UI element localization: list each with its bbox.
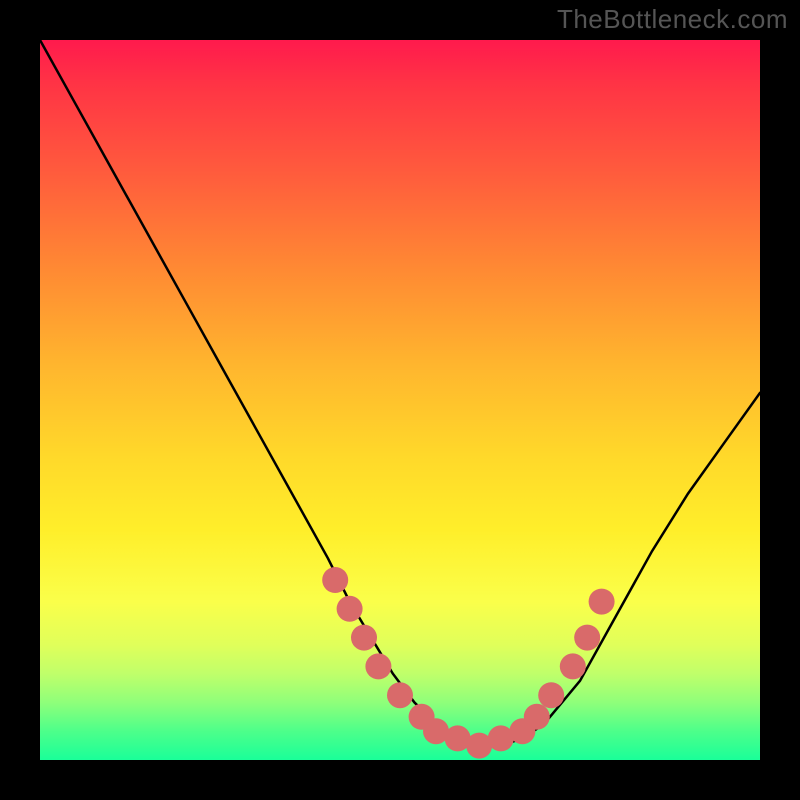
marker-dot [560,653,586,679]
curve-markers [322,567,614,759]
bottleneck-curve [40,40,760,746]
marker-dot [365,653,391,679]
marker-dot [574,625,600,651]
watermark: TheBottleneck.com [557,4,788,35]
marker-dot [322,567,348,593]
plot-area [40,40,760,760]
chart-container: TheBottleneck.com [0,0,800,800]
marker-dot [387,682,413,708]
marker-dot [524,704,550,730]
marker-dot [538,682,564,708]
curve-svg [40,40,760,760]
marker-dot [351,625,377,651]
marker-dot [589,589,615,615]
marker-dot [337,596,363,622]
